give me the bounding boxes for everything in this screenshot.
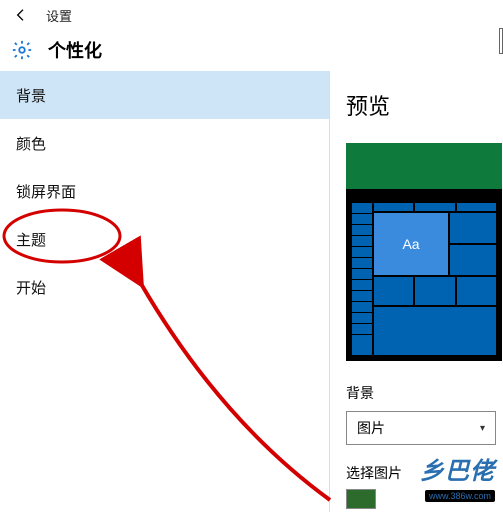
content: 背景 颜色 锁屏界面 主题 开始 预览 xyxy=(0,70,503,512)
sidebar-item-label: 锁屏界面 xyxy=(16,181,76,202)
sidebar: 背景 颜色 锁屏界面 主题 开始 xyxy=(0,71,330,512)
titlebar-title: 设置 xyxy=(46,6,72,25)
background-label: 背景 xyxy=(346,383,503,403)
sidebar-item-colors[interactable]: 颜色 xyxy=(0,119,329,167)
sidebar-item-label: 开始 xyxy=(16,277,46,298)
sidebar-item-label: 主题 xyxy=(16,229,46,250)
sidebar-item-label: 颜色 xyxy=(16,133,46,154)
sidebar-item-start[interactable]: 开始 xyxy=(0,263,329,311)
gear-icon xyxy=(10,38,34,62)
preview-wallpaper xyxy=(346,143,502,189)
settings-window: 设置 个性化 背景 颜色 锁屏界面 主题 开始 xyxy=(0,0,503,512)
titlebar: 设置 xyxy=(0,0,503,30)
header: 个性化 xyxy=(0,30,503,70)
sidebar-item-themes[interactable]: 主题 xyxy=(0,215,329,263)
sidebar-item-lockscreen[interactable]: 锁屏界面 xyxy=(0,167,329,215)
tile-column xyxy=(352,203,372,355)
tile-grid: Aa xyxy=(374,203,496,355)
preview-heading: 预览 xyxy=(346,89,503,121)
sidebar-item-label: 背景 xyxy=(16,85,46,106)
sidebar-item-background[interactable]: 背景 xyxy=(0,71,329,119)
preview-tiles: Aa xyxy=(352,203,496,355)
search-input[interactable] xyxy=(499,28,503,54)
image-thumb[interactable] xyxy=(346,489,376,509)
main-pane: 预览 Aa 背景 xyxy=(330,71,503,512)
choose-image-label: 选择图片 xyxy=(346,463,503,483)
background-select[interactable]: 图片 ▾ xyxy=(346,411,496,445)
image-thumbnails xyxy=(346,489,503,509)
page-title: 个性化 xyxy=(48,37,102,63)
chevron-down-icon: ▾ xyxy=(480,423,485,434)
back-button[interactable] xyxy=(8,2,34,28)
desktop-preview: Aa xyxy=(346,143,502,361)
background-select-value: 图片 xyxy=(357,418,385,438)
sample-tile-text: Aa xyxy=(402,236,419,252)
sample-tile: Aa xyxy=(374,213,448,275)
